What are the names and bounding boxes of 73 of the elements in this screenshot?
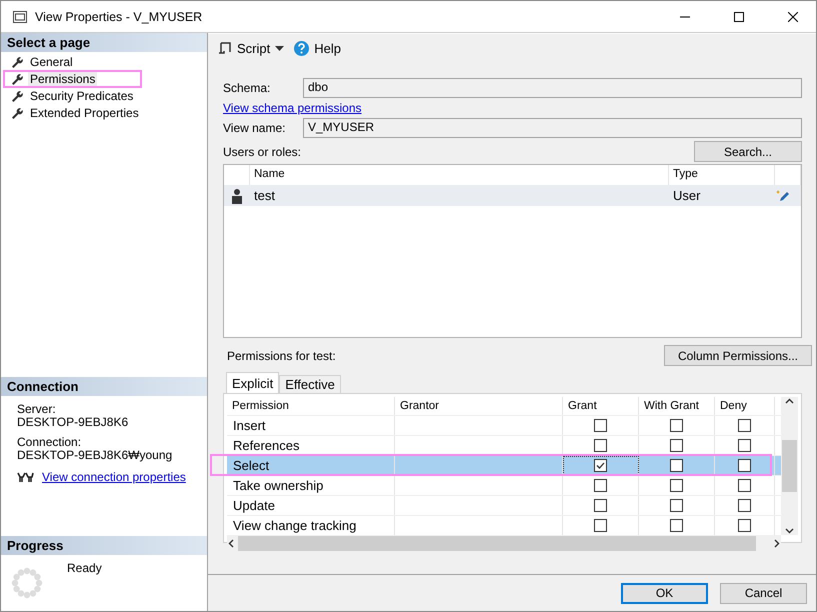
wrench-icon xyxy=(11,73,23,85)
permission-name: References xyxy=(227,436,395,455)
edit-icon[interactable] xyxy=(775,188,789,202)
connection-properties-link[interactable]: View connection properties xyxy=(42,470,186,484)
checkbox[interactable] xyxy=(738,499,751,512)
window-title: View Properties - V_MYUSER xyxy=(35,10,204,24)
checkbox[interactable] xyxy=(738,439,751,452)
checkbox[interactable] xyxy=(670,519,683,532)
user-type: User xyxy=(672,188,702,203)
schema-permissions-link[interactable]: View schema permissions xyxy=(223,101,362,115)
user-name: test xyxy=(253,188,276,203)
permission-row[interactable]: Update xyxy=(227,495,781,515)
server-name: DESKTOP-9EBJ8K6 xyxy=(17,416,130,429)
schema-field[interactable]: dbo xyxy=(303,78,802,98)
checkbox[interactable] xyxy=(670,419,683,432)
permission-name: Select xyxy=(227,456,395,475)
window-icon xyxy=(13,10,27,22)
connection-label: Connection: xyxy=(17,436,82,449)
search-button[interactable]: Search... xyxy=(694,141,802,162)
view-name-field[interactable]: V_MYUSER xyxy=(303,118,802,138)
checkbox[interactable] xyxy=(594,499,607,512)
permission-row[interactable]: View change tracking xyxy=(227,515,781,535)
checkbox[interactable] xyxy=(594,479,607,492)
checkbox[interactable] xyxy=(670,499,683,512)
page-item[interactable]: Extended Properties xyxy=(28,106,141,120)
section-header: Connection xyxy=(1,377,207,396)
checkbox[interactable] xyxy=(594,419,607,432)
checkbox[interactable] xyxy=(594,519,607,532)
script-icon xyxy=(218,42,232,56)
checkbox[interactable] xyxy=(738,459,751,472)
permission-row[interactable]: References xyxy=(227,435,781,455)
vertical-scrollbar[interactable] xyxy=(781,397,798,535)
schema-label: Schema: xyxy=(223,81,272,95)
spinner-icon xyxy=(11,567,43,599)
users-label: Users or roles: xyxy=(223,144,302,158)
view-name-label: View name: xyxy=(223,121,286,135)
checkbox[interactable] xyxy=(594,459,607,472)
user-row[interactable]: test User xyxy=(224,185,801,206)
dialog-button[interactable]: OK xyxy=(621,582,708,604)
progress-status: Ready xyxy=(67,561,102,577)
plug-icon xyxy=(17,471,34,483)
close-icon xyxy=(788,12,798,22)
permission-row[interactable]: Insert xyxy=(227,415,781,435)
help-icon xyxy=(294,41,310,56)
tab[interactable]: Effective xyxy=(279,375,341,393)
wrench-icon xyxy=(11,56,23,68)
permissions-label: Permissions for test: xyxy=(227,348,336,362)
help-button[interactable]: Help xyxy=(292,41,343,56)
checkbox[interactable] xyxy=(670,439,683,452)
horizontal-scrollbar[interactable] xyxy=(227,535,781,552)
dropdown-caret-icon xyxy=(275,46,284,52)
wrench-icon xyxy=(11,107,23,119)
tab[interactable]: Explicit xyxy=(226,372,280,393)
dialog-button[interactable]: Cancel xyxy=(720,582,807,604)
checkbox[interactable] xyxy=(594,439,607,452)
script-button[interactable]: Script xyxy=(216,41,286,56)
checkbox[interactable] xyxy=(738,419,751,432)
server-label: Server: xyxy=(17,403,57,416)
user-icon xyxy=(230,188,244,204)
page-item[interactable]: Permissions xyxy=(28,72,98,86)
checkbox[interactable] xyxy=(738,479,751,492)
page-item[interactable]: Security Predicates xyxy=(28,89,136,103)
wrench-icon xyxy=(11,90,23,102)
checkbox[interactable] xyxy=(670,479,683,492)
column-permissions-button[interactable]: Column Permissions... xyxy=(664,345,812,366)
checkbox[interactable] xyxy=(670,459,683,472)
page-item[interactable]: General xyxy=(28,55,75,69)
maximize-icon xyxy=(734,12,744,22)
permission-row[interactable]: Select xyxy=(227,455,781,475)
section-header: Progress xyxy=(1,536,207,555)
section-header: Select a page xyxy=(1,33,207,52)
connection-name: DESKTOP-9EBJ8K6₩young xyxy=(17,449,174,462)
checkbox[interactable] xyxy=(738,519,751,532)
